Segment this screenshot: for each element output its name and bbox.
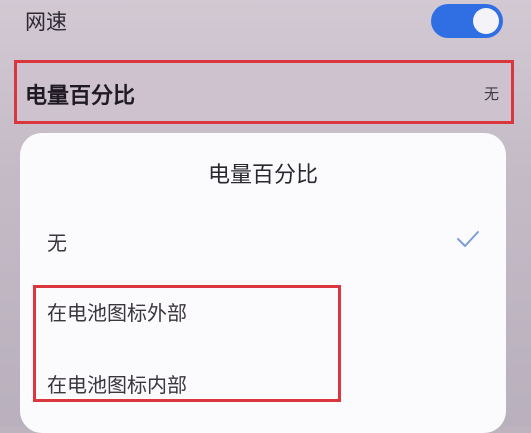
option-label: 在电池图标外部 xyxy=(47,301,187,325)
toggle-knob xyxy=(473,8,499,34)
option-inside-battery-icon[interactable]: 在电池图标内部 xyxy=(20,355,506,411)
check-icon xyxy=(457,231,479,247)
network-speed-toggle[interactable] xyxy=(431,4,503,38)
option-outside-battery-icon[interactable]: 在电池图标外部 xyxy=(20,283,506,339)
battery-percentage-row[interactable]: 电量百分比 无 xyxy=(14,60,514,124)
battery-percentage-value: 无 xyxy=(483,85,499,103)
option-label: 无 xyxy=(47,231,67,255)
option-label: 在电池图标内部 xyxy=(47,373,187,397)
network-speed-label: 网速 xyxy=(25,10,67,34)
option-none[interactable]: 无 xyxy=(20,213,506,269)
battery-percentage-label: 电量百分比 xyxy=(25,84,136,109)
dialog-title: 电量百分比 xyxy=(207,163,318,188)
battery-percentage-dialog: 电量百分比 无 在电池图标外部 在电池图标内部 xyxy=(20,133,506,433)
network-speed-row[interactable]: 网速 xyxy=(0,0,531,50)
